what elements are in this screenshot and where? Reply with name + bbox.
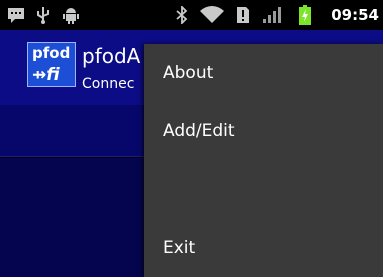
chat-icon (4, 0, 28, 30)
battery-charging-icon (296, 0, 314, 30)
overflow-menu: About Add/Edit Exit (144, 44, 383, 277)
menu-item-exit[interactable]: Exit (144, 219, 383, 277)
signal-icon (261, 0, 285, 30)
connection-status: Connec (82, 76, 135, 92)
menu-item-blank[interactable] (144, 160, 383, 218)
pfod-logo: pfod ⇸fi (27, 42, 76, 87)
status-bar: 09:54 (0, 0, 383, 30)
android-debug-icon (60, 0, 82, 30)
menu-item-about[interactable]: About (144, 44, 383, 102)
app-title: pfodA (82, 44, 141, 68)
usb-icon (32, 0, 54, 30)
clock: 09:54 (331, 6, 379, 24)
logo-text-top: pfod (32, 44, 71, 62)
sim-alert-icon (234, 0, 252, 30)
menu-item-add-edit[interactable]: Add/Edit (144, 102, 383, 160)
bluetooth-icon (172, 0, 192, 30)
wifi-icon (198, 0, 226, 30)
logo-text-bottom: ⇸fi (32, 65, 60, 85)
